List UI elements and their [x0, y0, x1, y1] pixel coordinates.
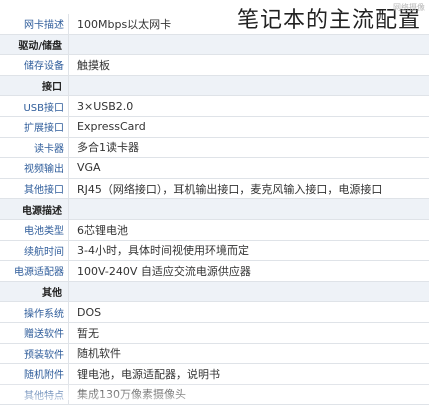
spec-value: 暂无 — [69, 322, 429, 343]
spec-value: VGA — [69, 158, 429, 179]
spec-row: 续航时间3-4小时，具体时间视使用环境而定 — [0, 240, 429, 261]
spec-value: 锂电池，电源适配器，说明书 — [69, 364, 429, 385]
spec-row: 赠送软件暂无 — [0, 322, 429, 343]
spec-label: 预装软件 — [0, 343, 69, 364]
spec-value: 100V-240V 自适应交流电源供应器 — [69, 261, 429, 282]
spec-row: 电源适配器100V-240V 自适应交流电源供应器 — [0, 261, 429, 282]
section-header-row: 电源描述 — [0, 199, 429, 220]
spec-row: 其他特点集成130万像素摄像头 — [0, 384, 429, 405]
spec-label: 随机附件 — [0, 364, 69, 385]
spec-value: 3×USB2.0 — [69, 96, 429, 117]
section-title: 电源描述 — [0, 199, 69, 220]
spec-label: 网卡描述 — [0, 14, 69, 34]
spec-value: 多合1读卡器 — [69, 137, 429, 158]
spec-label: 其他特点 — [0, 384, 69, 405]
spec-table-body: 网卡描述100Mbps以太网卡驱动/储盘储存设备触摸板接口USB接口3×USB2… — [0, 14, 429, 405]
spec-row: 随机附件锂电池，电源适配器，说明书 — [0, 364, 429, 385]
spec-label: USB接口 — [0, 96, 69, 117]
spec-row: 扩展接口ExpressCard — [0, 116, 429, 137]
spec-label: 其他接口 — [0, 178, 69, 199]
spec-row: 其他接口RJ45（网络接口），耳机输出接口，麦克风输入接口，电源接口 — [0, 178, 429, 199]
spec-row: 视频输出VGA — [0, 158, 429, 179]
spec-label: 电池类型 — [0, 219, 69, 240]
spec-row: 预装软件随机软件 — [0, 343, 429, 364]
spec-label: 续航时间 — [0, 240, 69, 261]
spec-table: 网卡描述100Mbps以太网卡驱动/储盘储存设备触摸板接口USB接口3×USB2… — [0, 14, 429, 405]
spec-row: 储存设备触摸板 — [0, 55, 429, 76]
spec-label: 操作系统 — [0, 302, 69, 323]
section-header-row: 接口 — [0, 75, 429, 96]
spec-value: 随机软件 — [69, 343, 429, 364]
spec-row: USB接口3×USB2.0 — [0, 96, 429, 117]
spec-label: 赠送软件 — [0, 322, 69, 343]
section-title: 接口 — [0, 75, 69, 96]
section-header-row: 其他 — [0, 281, 429, 302]
spec-label: 储存设备 — [0, 55, 69, 76]
section-title: 驱动/储盘 — [0, 34, 69, 55]
spec-value: 3-4小时，具体时间视使用环境而定 — [69, 240, 429, 261]
section-spacer — [69, 281, 429, 302]
spec-label: 视频输出 — [0, 158, 69, 179]
section-header-row: 驱动/储盘 — [0, 34, 429, 55]
section-spacer — [69, 199, 429, 220]
spec-row: 读卡器多合1读卡器 — [0, 137, 429, 158]
spec-value: 6芯锂电池 — [69, 219, 429, 240]
spec-label: 电源适配器 — [0, 261, 69, 282]
spec-label: 扩展接口 — [0, 116, 69, 137]
spec-row: 操作系统DOS — [0, 302, 429, 323]
section-title: 其他 — [0, 281, 69, 302]
section-spacer — [69, 75, 429, 96]
spec-label: 读卡器 — [0, 137, 69, 158]
spec-value: 触摸板 — [69, 55, 429, 76]
spec-value: DOS — [69, 302, 429, 323]
spec-value: RJ45（网络接口），耳机输出接口，麦克风输入接口，电源接口 — [69, 178, 429, 199]
spec-value: ExpressCard — [69, 116, 429, 137]
watermark: 网络摄像 — [393, 2, 425, 13]
spec-value: 集成130万像素摄像头 — [69, 384, 429, 405]
spec-row: 电池类型6芯锂电池 — [0, 219, 429, 240]
section-spacer — [69, 34, 429, 55]
